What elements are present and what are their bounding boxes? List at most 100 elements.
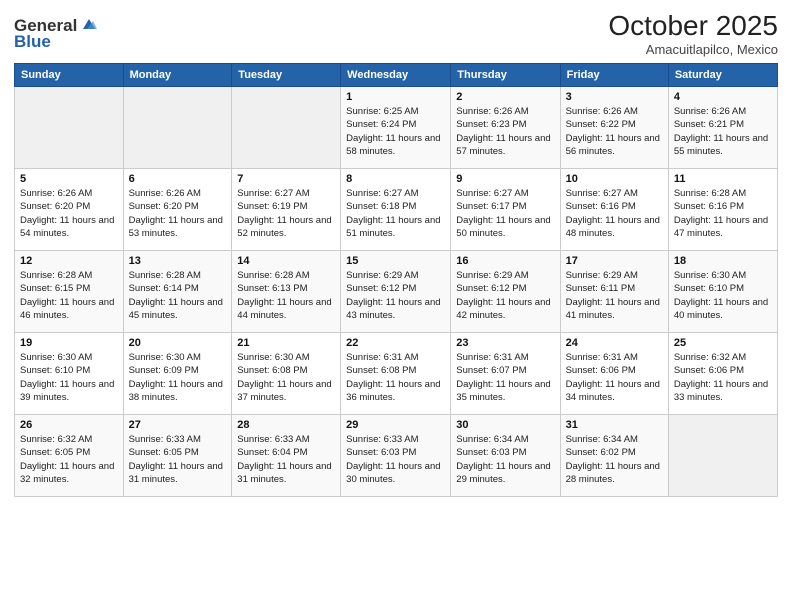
day-info: Sunrise: 6:34 AMSunset: 6:02 PMDaylight:… — [566, 433, 663, 486]
calendar-cell: 29 Sunrise: 6:33 AMSunset: 6:03 PMDayligh… — [341, 415, 451, 497]
calendar-cell: 18 Sunrise: 6:30 AMSunset: 6:10 PMDayligh… — [668, 251, 777, 333]
calendar-body: 1Sunrise: 6:25 AMSunset: 6:24 PMDaylight… — [15, 87, 778, 497]
calendar-cell: 7Sunrise: 6:27 AMSunset: 6:19 PMDaylight… — [232, 169, 341, 251]
calendar-cell: 25 Sunrise: 6:32 AMSunset: 6:06 PMDayligh… — [668, 333, 777, 415]
day-info: Sunrise: 6:26 AMSunset: 6:22 PMDaylight:… — [566, 105, 663, 158]
calendar-cell: 13Sunrise: 6:28 AMSunset: 6:14 PMDayligh… — [123, 251, 232, 333]
calendar-cell: 26 Sunrise: 6:32 AMSunset: 6:05 PMDayligh… — [15, 415, 124, 497]
calendar-cell — [123, 87, 232, 169]
calendar-cell: 20 Sunrise: 6:30 AMSunset: 6:09 PMDayligh… — [123, 333, 232, 415]
calendar-cell: 5 Sunrise: 6:26 AMSunset: 6:20 PMDaylight… — [15, 169, 124, 251]
day-number: 29 — [346, 419, 445, 431]
day-number: 18 — [674, 255, 772, 267]
day-info: Sunrise: 6:26 AMSunset: 6:23 PMDaylight:… — [456, 105, 554, 158]
calendar-cell: 11 Sunrise: 6:28 AMSunset: 6:16 PMDayligh… — [668, 169, 777, 251]
day-info: Sunrise: 6:30 AMSunset: 6:08 PMDaylight:… — [237, 351, 335, 404]
col-saturday: Saturday — [668, 64, 777, 87]
calendar-cell: 23Sunrise: 6:31 AMSunset: 6:07 PMDayligh… — [451, 333, 560, 415]
col-wednesday: Wednesday — [341, 64, 451, 87]
col-monday: Monday — [123, 64, 232, 87]
day-info: Sunrise: 6:25 AMSunset: 6:24 PMDaylight:… — [346, 105, 445, 158]
day-info: Sunrise: 6:27 AMSunset: 6:18 PMDaylight:… — [346, 187, 445, 240]
calendar-cell: 14 Sunrise: 6:28 AMSunset: 6:13 PMDayligh… — [232, 251, 341, 333]
day-number: 26 — [20, 419, 118, 431]
day-info: Sunrise: 6:29 AMSunset: 6:12 PMDaylight:… — [346, 269, 445, 322]
day-number: 15 — [346, 255, 445, 267]
calendar-cell — [668, 415, 777, 497]
calendar-cell: 28 Sunrise: 6:33 AMSunset: 6:04 PMDayligh… — [232, 415, 341, 497]
day-number: 4 — [674, 91, 772, 103]
day-number: 7 — [237, 173, 335, 185]
day-number: 31 — [566, 419, 663, 431]
page-header: General Blue October 2025 Amacuitlapilco… — [14, 10, 778, 57]
day-info: Sunrise: 6:34 AMSunset: 6:03 PMDaylight:… — [456, 433, 554, 486]
calendar-cell — [15, 87, 124, 169]
day-number: 5 — [20, 173, 118, 185]
day-number: 30 — [456, 419, 554, 431]
day-info: Sunrise: 6:33 AMSunset: 6:04 PMDaylight:… — [237, 433, 335, 486]
col-sunday: Sunday — [15, 64, 124, 87]
day-number: 8 — [346, 173, 445, 185]
day-number: 14 — [237, 255, 335, 267]
day-number: 25 — [674, 337, 772, 349]
day-info: Sunrise: 6:26 AMSunset: 6:21 PMDaylight:… — [674, 105, 772, 158]
day-number: 27 — [129, 419, 227, 431]
col-friday: Friday — [560, 64, 668, 87]
calendar-cell: 19 Sunrise: 6:30 AMSunset: 6:10 PMDayligh… — [15, 333, 124, 415]
calendar-cell: 30 Sunrise: 6:34 AMSunset: 6:03 PMDayligh… — [451, 415, 560, 497]
calendar-cell: 1Sunrise: 6:25 AMSunset: 6:24 PMDaylight… — [341, 87, 451, 169]
logo-icon — [79, 15, 99, 35]
day-info: Sunrise: 6:32 AMSunset: 6:05 PMDaylight:… — [20, 433, 118, 486]
calendar-page: General Blue October 2025 Amacuitlapilco… — [0, 0, 792, 612]
calendar-cell: 31 Sunrise: 6:34 AMSunset: 6:02 PMDayligh… — [560, 415, 668, 497]
day-info: Sunrise: 6:26 AMSunset: 6:20 PMDaylight:… — [20, 187, 118, 240]
day-number: 21 — [237, 337, 335, 349]
day-number: 17 — [566, 255, 663, 267]
day-info: Sunrise: 6:31 AMSunset: 6:07 PMDaylight:… — [456, 351, 554, 404]
calendar-cell — [232, 87, 341, 169]
day-info: Sunrise: 6:30 AMSunset: 6:10 PMDaylight:… — [674, 269, 772, 322]
day-number: 9 — [456, 173, 554, 185]
day-info: Sunrise: 6:32 AMSunset: 6:06 PMDaylight:… — [674, 351, 772, 404]
calendar-week-5: 26 Sunrise: 6:32 AMSunset: 6:05 PMDayligh… — [15, 415, 778, 497]
day-number: 24 — [566, 337, 663, 349]
calendar-cell: 6 Sunrise: 6:26 AMSunset: 6:20 PMDaylight… — [123, 169, 232, 251]
weekday-row: Sunday Monday Tuesday Wednesday Thursday… — [15, 64, 778, 87]
day-number: 10 — [566, 173, 663, 185]
calendar-cell: 3 Sunrise: 6:26 AMSunset: 6:22 PMDaylight… — [560, 87, 668, 169]
calendar-week-1: 1Sunrise: 6:25 AMSunset: 6:24 PMDaylight… — [15, 87, 778, 169]
day-number: 19 — [20, 337, 118, 349]
calendar-week-2: 5 Sunrise: 6:26 AMSunset: 6:20 PMDaylight… — [15, 169, 778, 251]
day-number: 11 — [674, 173, 772, 185]
calendar-cell: 9 Sunrise: 6:27 AMSunset: 6:17 PMDaylight… — [451, 169, 560, 251]
day-number: 20 — [129, 337, 227, 349]
day-number: 28 — [237, 419, 335, 431]
title-block: October 2025 Amacuitlapilco, Mexico — [608, 10, 778, 57]
calendar-week-3: 12Sunrise: 6:28 AMSunset: 6:15 PMDayligh… — [15, 251, 778, 333]
day-number: 16 — [456, 255, 554, 267]
day-info: Sunrise: 6:26 AMSunset: 6:20 PMDaylight:… — [129, 187, 227, 240]
day-info: Sunrise: 6:27 AMSunset: 6:17 PMDaylight:… — [456, 187, 554, 240]
day-info: Sunrise: 6:33 AMSunset: 6:03 PMDaylight:… — [346, 433, 445, 486]
day-number: 6 — [129, 173, 227, 185]
col-thursday: Thursday — [451, 64, 560, 87]
calendar-cell: 22Sunrise: 6:31 AMSunset: 6:08 PMDayligh… — [341, 333, 451, 415]
day-number: 3 — [566, 91, 663, 103]
calendar-cell: 2 Sunrise: 6:26 AMSunset: 6:23 PMDaylight… — [451, 87, 560, 169]
calendar-cell: 12Sunrise: 6:28 AMSunset: 6:15 PMDayligh… — [15, 251, 124, 333]
calendar-cell: 10 Sunrise: 6:27 AMSunset: 6:16 PMDayligh… — [560, 169, 668, 251]
day-info: Sunrise: 6:28 AMSunset: 6:13 PMDaylight:… — [237, 269, 335, 322]
day-info: Sunrise: 6:29 AMSunset: 6:12 PMDaylight:… — [456, 269, 554, 322]
day-info: Sunrise: 6:31 AMSunset: 6:08 PMDaylight:… — [346, 351, 445, 404]
day-info: Sunrise: 6:28 AMSunset: 6:14 PMDaylight:… — [129, 269, 227, 322]
day-info: Sunrise: 6:30 AMSunset: 6:09 PMDaylight:… — [129, 351, 227, 404]
day-info: Sunrise: 6:28 AMSunset: 6:16 PMDaylight:… — [674, 187, 772, 240]
day-number: 2 — [456, 91, 554, 103]
calendar-cell: 16 Sunrise: 6:29 AMSunset: 6:12 PMDayligh… — [451, 251, 560, 333]
day-info: Sunrise: 6:27 AMSunset: 6:16 PMDaylight:… — [566, 187, 663, 240]
calendar-header: Sunday Monday Tuesday Wednesday Thursday… — [15, 64, 778, 87]
calendar-cell: 15 Sunrise: 6:29 AMSunset: 6:12 PMDayligh… — [341, 251, 451, 333]
month-title: October 2025 — [608, 10, 778, 42]
day-info: Sunrise: 6:30 AMSunset: 6:10 PMDaylight:… — [20, 351, 118, 404]
calendar-cell: 4 Sunrise: 6:26 AMSunset: 6:21 PMDaylight… — [668, 87, 777, 169]
